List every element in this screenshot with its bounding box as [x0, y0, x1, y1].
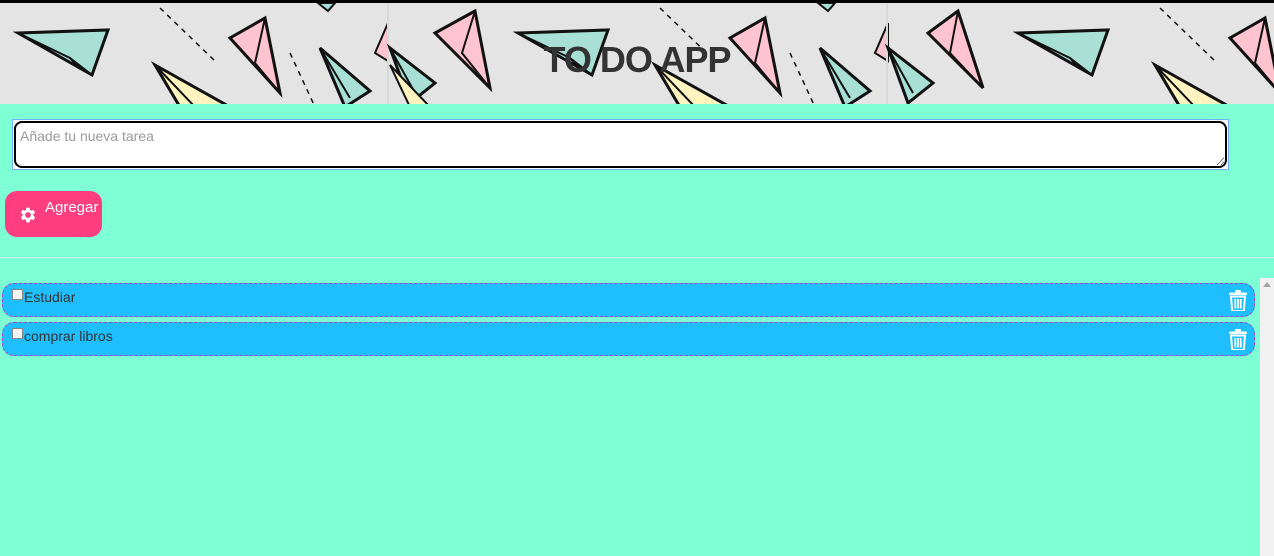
divider: [0, 257, 1274, 258]
trash-icon[interactable]: [1229, 290, 1247, 311]
task-input-wrapper: [12, 119, 1229, 170]
add-task-button[interactable]: Agregar: [5, 191, 102, 237]
trash-icon[interactable]: [1229, 329, 1247, 350]
add-task-button-label: Agregar: [45, 199, 99, 216]
task-checkbox[interactable]: [12, 289, 23, 300]
task-item: Estudiar: [2, 283, 1255, 317]
vertical-scrollbar[interactable]: [1260, 278, 1274, 556]
header-banner: TO DO APP: [0, 0, 1274, 104]
scroll-up-arrow-icon[interactable]: [1263, 282, 1271, 287]
gear-icon: [20, 207, 36, 223]
task-item: comprar libros: [2, 322, 1255, 356]
task-label: comprar libros: [24, 328, 113, 344]
new-task-input[interactable]: [14, 121, 1227, 168]
task-label: Estudiar: [24, 289, 76, 305]
page-title: TO DO APP: [543, 39, 731, 80]
task-checkbox[interactable]: [12, 328, 23, 339]
